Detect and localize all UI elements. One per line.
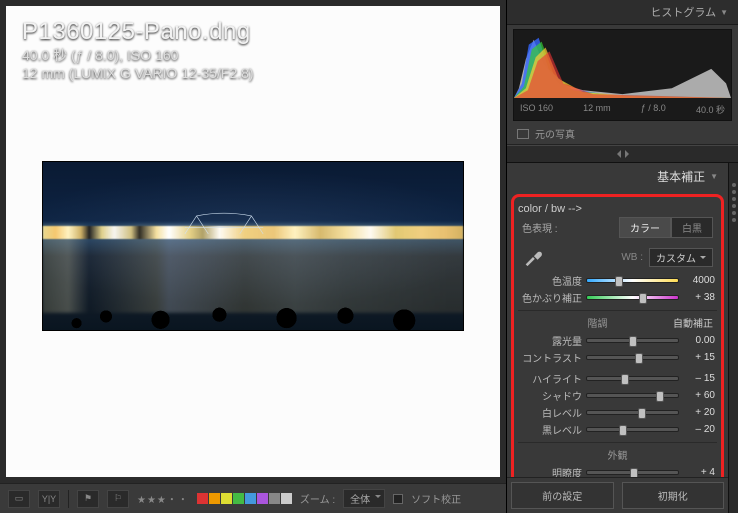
file-name: P1360125-Pano.dng (22, 18, 254, 46)
hist-aperture: ƒ / 8.0 (641, 103, 666, 116)
hist-focal: 12 mm (583, 103, 611, 116)
soft-proof-checkbox[interactable] (393, 494, 403, 504)
flag-pick-icon[interactable]: ⚑ (77, 490, 99, 508)
view-mode-single-icon[interactable]: ▭ (8, 490, 30, 508)
original-toggle[interactable]: 元の写真 (507, 123, 738, 145)
slider-highlights[interactable]: ハイライト– 15 (518, 370, 717, 387)
slider-whites[interactable]: 白レベル+ 20 (518, 404, 717, 421)
histogram-header[interactable]: ヒストグラム (507, 0, 738, 25)
wb-select[interactable]: カスタム (649, 248, 713, 267)
treatment-toggle[interactable]: カラー 白黒 (619, 217, 713, 238)
treatment-bw[interactable]: 白黒 (671, 217, 713, 238)
app-root: P1360125-Pano.dng 40.0 秒 (ƒ / 8.0), ISO … (0, 0, 738, 513)
soft-proof-label: ソフト校正 (411, 491, 461, 506)
right-panel: ヒストグラム ISO 160 12 mm ƒ / 8.0 40.0 秒 元の写真… (506, 0, 738, 513)
slider-tint[interactable]: 色かぶり補正+ 38 (518, 289, 717, 306)
tone-section-label: 階調 (522, 315, 673, 330)
basic-panel: color / bw --> 色表現 : カラー 白黒 WB : カスタム 色温… (507, 190, 728, 477)
basic-panel-header[interactable]: 基本補正 (507, 163, 728, 190)
presence-section-label: 外観 (522, 447, 713, 462)
lens-info: 12 mm (LUMIX G VARIO 12-35/F2.8) (22, 64, 254, 82)
eyedropper-icon[interactable] (522, 246, 544, 268)
rating-stars[interactable]: ★★★・・ (137, 491, 189, 506)
main-area: P1360125-Pano.dng 40.0 秒 (ƒ / 8.0), ISO … (0, 0, 506, 513)
file-info-overlay: P1360125-Pano.dng 40.0 秒 (ƒ / 8.0), ISO … (22, 18, 254, 82)
zoom-select[interactable]: 全体 (343, 489, 385, 508)
wb-label: WB : (621, 252, 643, 263)
histogram[interactable]: ISO 160 12 mm ƒ / 8.0 40.0 秒 (513, 29, 732, 121)
panel-scrollbar[interactable] (728, 163, 738, 513)
highlighted-region: color / bw --> 色表現 : カラー 白黒 WB : カスタム 色温… (511, 194, 724, 477)
color-labels[interactable] (197, 493, 292, 504)
image-canvas[interactable]: P1360125-Pano.dng 40.0 秒 (ƒ / 8.0), ISO … (6, 6, 500, 477)
panel-nav[interactable] (507, 145, 738, 163)
reset-button[interactable]: 初期化 (622, 482, 725, 509)
hist-iso: ISO 160 (520, 103, 553, 116)
view-mode-compare-icon[interactable]: Y|Y (38, 490, 60, 508)
slider-shadows[interactable]: シャドウ+ 60 (518, 387, 717, 404)
bottom-toolbar: ▭ Y|Y ⚑ ⚐ ★★★・・ ズーム : 全体 ソフト校正 (0, 483, 506, 513)
exposure-info: 40.0 秒 (ƒ / 8.0), ISO 160 (22, 46, 254, 64)
slider-clarity[interactable]: 明瞭度+ 4 (518, 464, 717, 477)
previous-settings-button[interactable]: 前の設定 (511, 482, 614, 509)
hist-shutter: 40.0 秒 (696, 103, 725, 116)
zoom-label: ズーム : (300, 491, 335, 506)
flag-reject-icon[interactable]: ⚐ (107, 490, 129, 508)
auto-tone-button[interactable]: 自動補正 (673, 315, 713, 330)
treatment-label: 色表現 : (522, 220, 558, 235)
slider-contrast[interactable]: コントラスト+ 15 (518, 349, 717, 366)
slider-temp[interactable]: 色温度4000 (518, 272, 717, 289)
slider-blacks[interactable]: 黒レベル– 20 (518, 421, 717, 438)
treatment-color[interactable]: カラー (619, 217, 671, 238)
preview-image (42, 161, 464, 331)
slider-exposure[interactable]: 露光量0.00 (518, 332, 717, 349)
panel-footer: 前の設定 初期化 (507, 477, 728, 513)
